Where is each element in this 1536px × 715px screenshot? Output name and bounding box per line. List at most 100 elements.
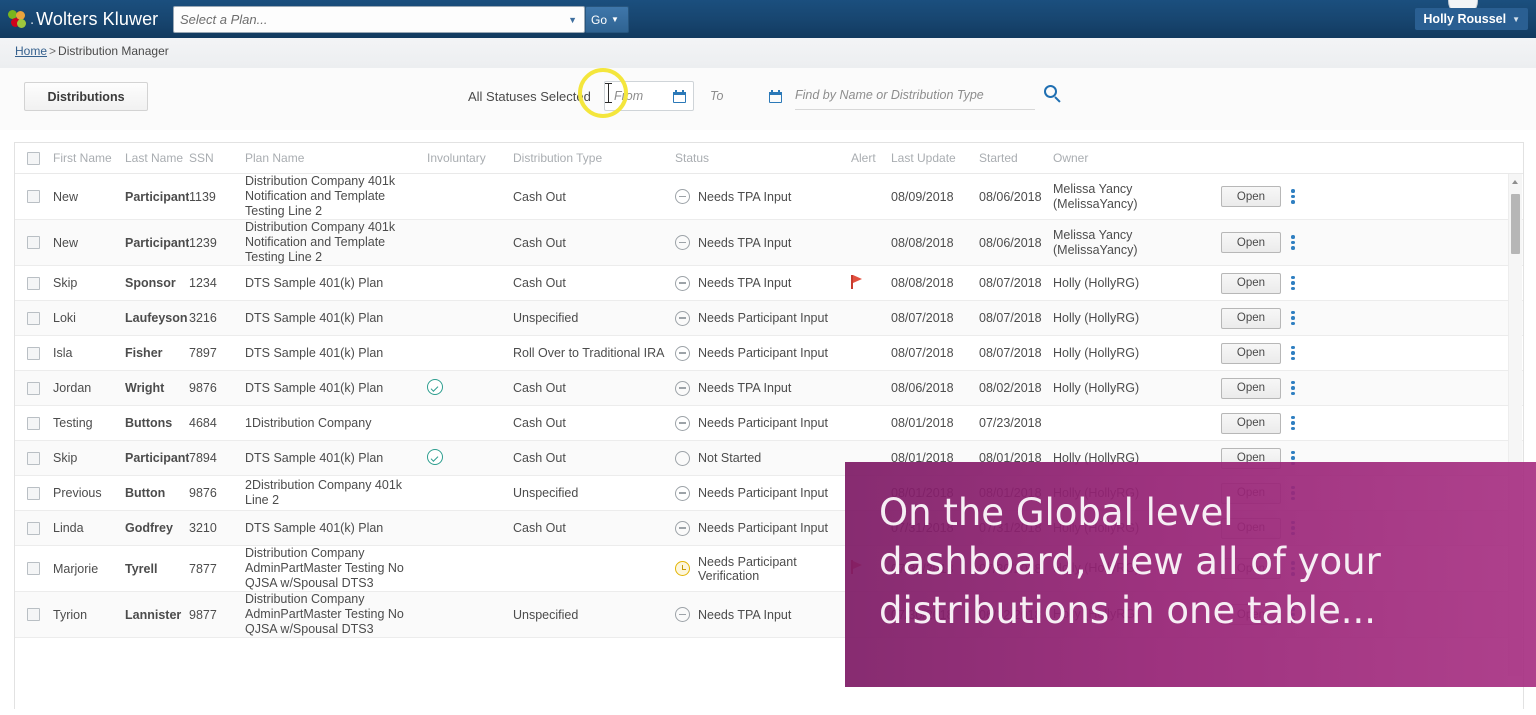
cell-plan-name: DTS Sample 401(k) Plan <box>245 380 384 395</box>
cell-first-name: Isla <box>53 346 73 360</box>
checkbox-icon[interactable] <box>27 346 40 360</box>
row-checkbox[interactable] <box>15 416 53 430</box>
breadcrumb-home-link[interactable]: Home <box>15 44 47 58</box>
cell-alert <box>851 274 891 292</box>
cell-status: Needs TPA Input <box>675 607 851 622</box>
open-button[interactable]: Open <box>1221 307 1281 329</box>
column-header-first-name[interactable]: First Name <box>53 151 125 165</box>
scroll-up-arrow-icon[interactable] <box>1512 180 1518 184</box>
table-row[interactable]: Jordan Wright 9876 DTS Sample 401(k) Plan Ca… <box>15 371 1523 406</box>
open-button[interactable]: Open <box>1221 377 1281 399</box>
table-row[interactable]: New Participant...1139 Distribution Compan… <box>15 174 1523 220</box>
cell-status: Needs Participant Input <box>675 310 851 326</box>
column-header-involuntary[interactable]: Involuntary <box>427 151 513 165</box>
table-row[interactable]: Skip Sponsor 1234 DTS Sample 401(k) Plan Cas… <box>15 266 1523 301</box>
cell-last-name: Participant... <box>125 189 189 204</box>
column-header-distribution-type[interactable]: Distribution Type <box>513 151 675 165</box>
row-checkbox[interactable] <box>15 311 53 325</box>
calendar-icon[interactable] <box>769 89 782 103</box>
status-minus-icon <box>675 235 690 250</box>
cell-first-name: Marjorie <box>53 561 99 576</box>
column-header-status[interactable]: Status <box>675 151 851 165</box>
chevron-down-icon: ▼ <box>568 14 577 25</box>
cell-distribution-type: Roll Over to Traditional IRA <box>513 346 665 360</box>
row-menu-kebab-icon[interactable] <box>1291 189 1295 204</box>
checkbox-icon[interactable] <box>27 311 40 325</box>
checkbox-icon[interactable] <box>27 521 40 535</box>
status-label: Needs TPA Input <box>698 381 792 395</box>
search-icon[interactable] <box>1043 84 1063 104</box>
row-menu-kebab-icon[interactable] <box>1291 345 1295 361</box>
row-menu-kebab-icon[interactable] <box>1291 380 1295 396</box>
column-header-last-update[interactable]: Last Update <box>891 151 979 165</box>
checkbox-icon[interactable] <box>27 236 40 249</box>
cell-last-name: Fisher <box>125 346 163 360</box>
column-header-last-name[interactable]: Last Name <box>125 151 189 165</box>
open-button[interactable]: Open <box>1221 272 1281 294</box>
date-from-input[interactable]: From <box>604 81 694 111</box>
open-button[interactable]: Open <box>1221 412 1281 434</box>
select-all-checkbox[interactable] <box>15 151 53 165</box>
cell-owner: Holly (HollyRG) <box>1053 345 1140 360</box>
status-minus-icon <box>675 189 690 204</box>
open-button[interactable]: Open <box>1221 342 1281 364</box>
status-label: Needs Participant Input <box>698 311 828 325</box>
checkbox-icon[interactable] <box>27 608 40 621</box>
row-checkbox[interactable] <box>15 521 53 535</box>
cell-started: 08/07/2018 <box>979 276 1042 290</box>
table-row[interactable]: New Participant 1239 Distribution Company 4… <box>15 220 1523 266</box>
row-checkbox[interactable] <box>15 451 53 465</box>
cell-ssn: 9876 <box>189 381 217 395</box>
row-checkbox[interactable] <box>15 608 53 621</box>
row-checkbox[interactable] <box>15 381 53 395</box>
date-to-input[interactable]: To <box>700 81 790 111</box>
cell-plan-name: DTS Sample 401(k) Plan <box>245 275 384 290</box>
plan-select[interactable]: Select a Plan... ▼ <box>173 6 585 33</box>
checkbox-icon[interactable] <box>27 416 40 430</box>
scrollbar-thumb[interactable] <box>1511 194 1520 254</box>
open-button[interactable]: Open <box>1221 186 1281 207</box>
row-checkbox[interactable] <box>15 276 53 290</box>
row-checkbox[interactable] <box>15 562 53 575</box>
table-row[interactable]: Isla Fisher 7897 DTS Sample 401(k) Plan Roll… <box>15 336 1523 371</box>
column-header-alert[interactable]: Alert <box>851 151 891 165</box>
row-menu-kebab-icon[interactable] <box>1291 235 1295 250</box>
row-menu-kebab-icon[interactable] <box>1291 310 1295 326</box>
cell-distribution-type: Cash Out <box>513 189 566 204</box>
row-checkbox[interactable] <box>15 190 53 203</box>
checkbox-icon[interactable] <box>27 486 40 500</box>
row-checkbox[interactable] <box>15 486 53 500</box>
cell-ssn: 9876 <box>189 486 217 500</box>
column-header-started[interactable]: Started <box>979 151 1053 165</box>
cell-last-name: Button <box>125 486 166 500</box>
cell-last-name: Sponsor <box>125 276 176 290</box>
open-button[interactable]: Open <box>1221 232 1281 253</box>
row-checkbox[interactable] <box>15 236 53 249</box>
cell-last-update: 08/01/2018 <box>891 416 954 430</box>
table-row[interactable]: Testing Buttons 4684 1Distribution Company C… <box>15 406 1523 441</box>
tab-distributions[interactable]: Distributions <box>24 82 148 111</box>
cell-plan-name: 2Distribution Company 401k Line 2 <box>245 478 403 507</box>
column-header-ssn[interactable]: SSN <box>189 151 245 165</box>
user-menu[interactable]: Holly Roussel ▼ <box>1415 8 1528 30</box>
cell-status: Needs Participant Verification <box>675 555 851 583</box>
status-filter-dropdown[interactable]: All Statuses Selected ▼ <box>468 84 612 108</box>
column-header-plan-name[interactable]: Plan Name <box>245 151 427 166</box>
row-menu-kebab-icon[interactable] <box>1291 275 1295 291</box>
search-input[interactable]: Find by Name or Distribution Type <box>795 81 1035 110</box>
status-minus-icon <box>675 310 690 326</box>
calendar-icon[interactable] <box>673 89 686 103</box>
row-menu-kebab-icon[interactable] <box>1291 415 1295 431</box>
cell-owner: Melissa Yancy (MelissaYancy) <box>1053 227 1138 257</box>
column-header-owner[interactable]: Owner <box>1053 151 1193 166</box>
row-checkbox[interactable] <box>15 346 53 360</box>
table-row[interactable]: Loki Laufeyson 3216 DTS Sample 401(k) Plan U… <box>15 301 1523 336</box>
cell-distribution-type: Unspecified <box>513 486 579 500</box>
cell-started: 07/23/2018 <box>979 416 1042 430</box>
checkbox-icon[interactable] <box>27 381 40 395</box>
checkbox-icon[interactable] <box>27 190 40 203</box>
go-button[interactable]: Go ▼ <box>585 6 629 33</box>
checkbox-icon[interactable] <box>27 562 40 575</box>
checkbox-icon[interactable] <box>27 451 40 465</box>
checkbox-icon[interactable] <box>27 276 40 290</box>
